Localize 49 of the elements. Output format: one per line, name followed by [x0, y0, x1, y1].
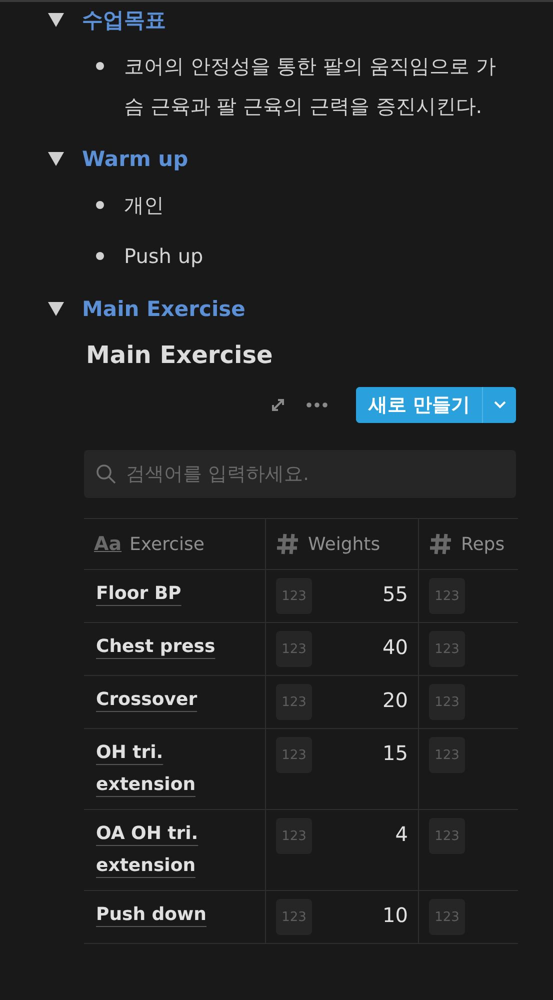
toggle-triangle-icon[interactable]	[48, 152, 64, 166]
bullet-text: 코어의 안정성을 통한 팔의 움직임으로 가슴 근육과 팔 근육의 근력을 증진시킨다.	[124, 53, 497, 120]
search-input[interactable]: 검색어를 입력하세요.	[124, 462, 508, 486]
table-cell-text: 10	[382, 902, 408, 929]
exercise-name-link[interactable]: Chest press	[96, 631, 216, 663]
expand-icon[interactable]	[270, 397, 286, 413]
number-badge: 123	[276, 684, 312, 720]
toggle-heading: 수업목표	[82, 7, 166, 34]
table-cell-text: 40	[382, 634, 408, 661]
bullet-text: 개인	[124, 192, 165, 219]
table-cell-text: 4	[395, 821, 408, 848]
search-icon	[96, 464, 116, 484]
exercise-name-link[interactable]: OA OH tri. extension	[96, 818, 255, 882]
toggle-heading: Main Exercise	[82, 297, 246, 321]
number-badge: 123	[429, 818, 465, 854]
number-badge: 123	[429, 578, 465, 614]
exercise-name-link[interactable]: Floor BP	[96, 578, 182, 610]
number-type-icon	[429, 532, 453, 556]
bullet-icon	[96, 62, 104, 70]
column-header[interactable]: Weights	[308, 534, 380, 554]
table-cell-text: 20	[382, 687, 408, 714]
number-badge: 123	[429, 631, 465, 667]
number-badge: 123	[429, 737, 465, 773]
search-bar[interactable]: 검색어를 입력하세요.	[84, 450, 516, 498]
number-badge: 123	[276, 578, 312, 614]
bullet-icon	[96, 201, 104, 209]
number-badge: 123	[276, 631, 312, 667]
number-badge: 123	[429, 684, 465, 720]
table-cell-text: 15	[382, 740, 408, 767]
database-title: Main Exercise	[86, 340, 274, 371]
bullet-text: Push up	[124, 243, 204, 270]
exercise-name-link[interactable]: Push down	[96, 899, 206, 931]
table-cell-text: 55	[382, 581, 408, 608]
toggle-heading: Warm up	[82, 147, 188, 171]
chevron-down-icon	[494, 401, 506, 409]
number-type-icon	[276, 532, 300, 556]
bullet-icon	[96, 252, 104, 260]
toggle-triangle-icon[interactable]	[48, 302, 64, 316]
number-badge: 123	[429, 899, 465, 935]
number-badge: 123	[276, 737, 312, 773]
toggle-triangle-icon[interactable]	[48, 13, 64, 27]
column-header[interactable]: Reps	[461, 534, 505, 554]
exercise-name-link[interactable]: Crossover	[96, 684, 198, 716]
text-type-icon: Aa	[94, 533, 122, 555]
number-badge: 123	[276, 818, 312, 854]
number-badge: 123	[276, 899, 312, 935]
exercise-name-link[interactable]: OH tri. extension	[96, 737, 255, 801]
column-header[interactable]: Exercise	[130, 534, 204, 554]
more-icon[interactable]	[306, 402, 328, 408]
